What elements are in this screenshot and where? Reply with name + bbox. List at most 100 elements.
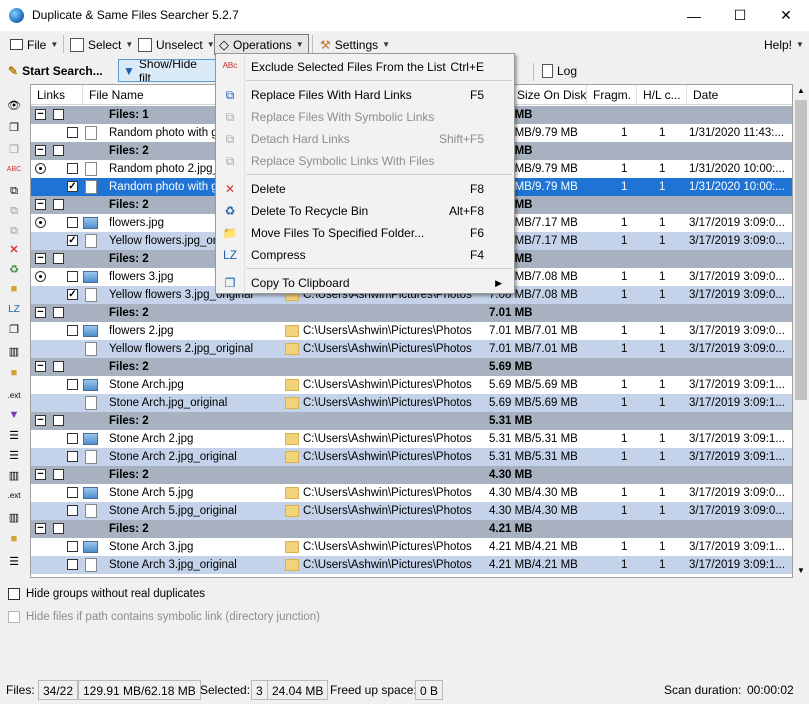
duplicate-icon[interactable]: ❐ [5, 140, 23, 158]
minimize-button[interactable]: — [671, 0, 717, 31]
collapse-icon[interactable]: − [35, 145, 46, 156]
maximize-button[interactable]: ☐ [717, 0, 763, 31]
column-header-links[interactable]: Links [31, 85, 83, 105]
folder-icon[interactable]: ■ [5, 364, 23, 382]
collapse-icon[interactable]: − [35, 469, 46, 480]
collapse-icon[interactable]: − [35, 523, 46, 534]
group-checkbox[interactable] [53, 145, 64, 156]
delete-icon[interactable]: ✕ [5, 240, 23, 258]
file-row[interactable]: Stone Arch 5.jpg_original C:\Users\Ashwin… [31, 502, 792, 520]
scroll-down-icon[interactable]: ▼ [797, 566, 805, 575]
column-header-fragm[interactable]: Fragm. [587, 85, 637, 105]
group-row[interactable]: − Files: 2 5.69 MB [31, 358, 792, 376]
hide-groups-option[interactable]: Hide groups without real duplicates [8, 588, 205, 600]
symbolic-link-icon[interactable]: ⧉ [5, 202, 23, 220]
file-checkbox[interactable]: ✓ [67, 289, 78, 300]
copy-icon[interactable]: ❐ [5, 118, 23, 136]
columns-icon[interactable]: ▥ [5, 466, 23, 484]
list-icon[interactable]: ☰ [5, 552, 23, 570]
file-row[interactable]: Stone Arch.jpg_original C:\Users\Ashwin\P… [31, 394, 792, 412]
file-checkbox[interactable] [67, 127, 78, 138]
keep-radio[interactable] [35, 217, 46, 228]
file-row[interactable]: Stone Arch.jpg C:\Users\Ashwin\Pictures\P… [31, 376, 792, 394]
file-checkbox[interactable] [67, 217, 78, 228]
scroll-up-icon[interactable]: ▲ [797, 86, 805, 95]
columns-icon[interactable]: ▥ [5, 508, 23, 526]
collapse-icon[interactable]: − [35, 109, 46, 120]
group-row[interactable]: − Files: 2 5.31 MB [31, 412, 792, 430]
show-hide-filter-button[interactable]: ▼ Show/Hide filt [118, 59, 216, 82]
hard-link-icon[interactable]: ⧉ [5, 182, 23, 200]
move-folder-icon[interactable]: ■ [5, 280, 23, 298]
columns-icon[interactable]: ▥ [5, 342, 23, 360]
menu-item[interactable]: ♻ Delete To Recycle Bin Alt+F8 [216, 200, 514, 222]
column-header-date[interactable]: Date [687, 85, 792, 105]
file-row[interactable]: Yellow flowers 2.jpg_original C:\Users\As… [31, 340, 792, 358]
group-row[interactable]: − Files: 2 7.01 MB [31, 304, 792, 322]
recycle-bin-icon[interactable]: ♻ [5, 260, 23, 278]
collapse-icon[interactable]: − [35, 307, 46, 318]
group-checkbox[interactable] [53, 307, 64, 318]
hide-groups-checkbox[interactable] [8, 588, 20, 600]
menu-item[interactable]: ❐ Copy To Clipboard ▶ [216, 272, 514, 294]
file-checkbox[interactable] [67, 433, 78, 444]
scrollbar-thumb[interactable] [795, 100, 807, 400]
file-checkbox[interactable] [67, 505, 78, 516]
file-row[interactable]: Stone Arch 5.jpg C:\Users\Ashwin\Pictures… [31, 484, 792, 502]
start-search-button[interactable]: ✎ Start Search... [4, 59, 107, 82]
file-row[interactable]: Stone Arch 3.jpg_original C:\Users\Ashwin… [31, 556, 792, 574]
column-header-size-on-disk[interactable]: Size On Disk [511, 85, 587, 105]
group-checkbox[interactable] [53, 253, 64, 264]
file-checkbox[interactable]: ✓ [67, 181, 78, 192]
file-checkbox[interactable] [67, 271, 78, 282]
file-checkbox[interactable] [67, 487, 78, 498]
group-checkbox[interactable] [53, 361, 64, 372]
file-row[interactable]: flowers 2.jpg C:\Users\Ashwin\Pictures\Ph… [31, 322, 792, 340]
file-checkbox[interactable] [67, 451, 78, 462]
file-row[interactable]: Stone Arch 2.jpg C:\Users\Ashwin\Pictures… [31, 430, 792, 448]
menu-item[interactable]: 📁 Move Files To Specified Folder... F6 [216, 222, 514, 244]
ext-icon[interactable]: .ext [5, 486, 23, 504]
collapse-icon[interactable]: − [35, 253, 46, 264]
compress-icon[interactable]: LZ [5, 300, 23, 318]
file-checkbox[interactable] [67, 541, 78, 552]
file-row[interactable]: Stone Arch 2.jpg_original C:\Users\Ashwin… [31, 448, 792, 466]
group-checkbox[interactable] [53, 469, 64, 480]
file-checkbox[interactable] [67, 559, 78, 570]
menu-item[interactable]: ᴬᴮᶜ Exclude Selected Files From the List C… [216, 56, 514, 78]
menu-item[interactable]: ⧉ Replace Files With Hard Links F5 [216, 84, 514, 106]
select-menu[interactable]: Select ▼ [66, 34, 137, 55]
file-checkbox[interactable] [67, 379, 78, 390]
exclude-icon[interactable]: ABC [5, 160, 23, 178]
filter-icon[interactable]: ▼ [5, 406, 23, 424]
clipboard-icon[interactable]: ❐ [5, 320, 23, 338]
collapse-icon[interactable]: − [35, 415, 46, 426]
collapse-icon[interactable]: − [35, 199, 46, 210]
eye-icon[interactable]: 👁 [5, 96, 23, 114]
keep-radio[interactable] [35, 163, 46, 174]
menu-item[interactable]: LZ Compress F4 [216, 244, 514, 266]
file-menu[interactable]: File ▼ [6, 34, 62, 55]
list-icon[interactable]: ☰ [5, 446, 23, 464]
menu-item[interactable]: ✕ Delete F8 [216, 178, 514, 200]
help-menu[interactable]: Help! ▼ [760, 34, 808, 55]
group-checkbox[interactable] [53, 415, 64, 426]
file-checkbox[interactable]: ✓ [67, 235, 78, 246]
group-checkbox[interactable] [53, 199, 64, 210]
detach-icon[interactable]: ⧉ [5, 222, 23, 240]
group-checkbox[interactable] [53, 109, 64, 120]
settings-menu[interactable]: ⚒ Settings ▼ [316, 34, 394, 55]
operations-menu[interactable]: ◇ Operations ▼ [214, 34, 309, 55]
folder-icon[interactable]: ■ [5, 530, 23, 548]
column-header-hl[interactable]: H/L c... [637, 85, 687, 105]
group-checkbox[interactable] [53, 523, 64, 534]
file-row[interactable]: Stone Arch 3.jpg C:\Users\Ashwin\Pictures… [31, 538, 792, 556]
close-button[interactable]: ✕ [763, 0, 809, 31]
log-button[interactable]: Log [538, 59, 581, 82]
unselect-menu[interactable]: Unselect ▼ [134, 34, 219, 55]
list-icon[interactable]: ☰ [5, 426, 23, 444]
group-row[interactable]: − Files: 2 4.30 MB [31, 466, 792, 484]
file-checkbox[interactable] [67, 325, 78, 336]
file-checkbox[interactable] [67, 163, 78, 174]
collapse-icon[interactable]: − [35, 361, 46, 372]
